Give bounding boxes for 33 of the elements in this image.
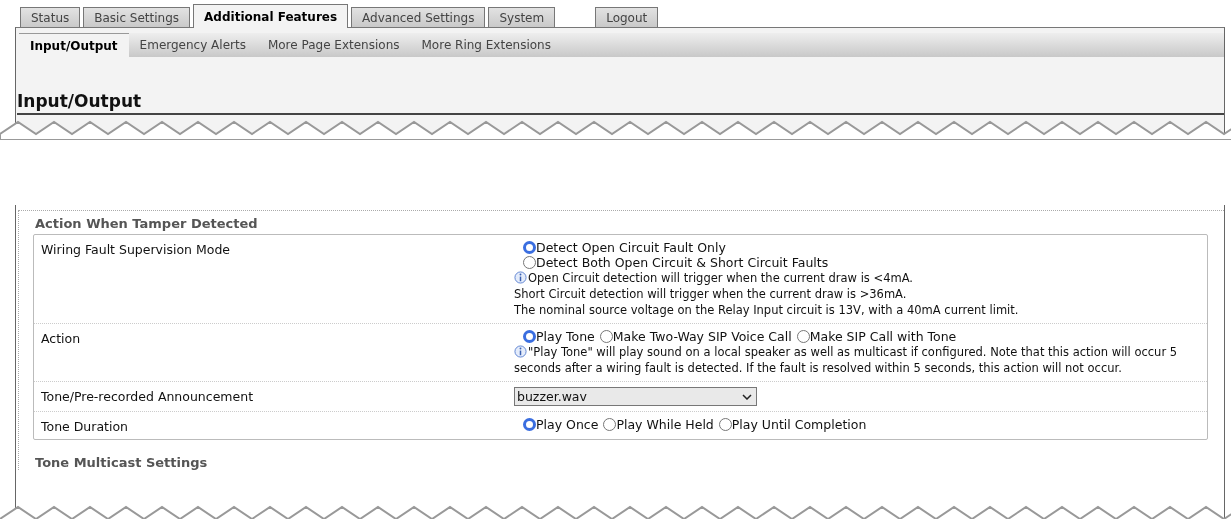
nav-tab[interactable]: Status — [20, 7, 81, 28]
radio-option[interactable]: Detect Open Circuit Fault Only — [523, 240, 1207, 255]
radio-option[interactable]: Play Tone — [523, 329, 595, 344]
help-note: Open Circuit detection will trigger when the current draw is <4mA. — [514, 270, 1194, 286]
radio-option[interactable]: Make SIP Call with Tone — [796, 329, 957, 344]
tone-select[interactable]: buzzer.wav — [514, 387, 757, 406]
radio-option[interactable]: Play Until Completion — [718, 417, 867, 432]
info-icon — [514, 345, 527, 358]
logout-tab[interactable]: Logout — [595, 7, 659, 28]
nav-tab[interactable]: Advanced Settings — [351, 7, 486, 28]
help-note: Short Circuit detection will trigger when the current draw is >36mA. — [514, 286, 908, 302]
radio-option[interactable]: Detect Both Open Circuit & Short Circuit Faults — [523, 255, 1207, 270]
info-icon — [514, 271, 527, 284]
setting-label: Action — [41, 330, 82, 348]
radio-option[interactable]: Make Two-Way SIP Voice Call — [599, 329, 792, 344]
radio-option[interactable]: Play While Held — [603, 417, 714, 432]
setting-label: Tone/Pre-recorded Announcement — [41, 388, 255, 406]
sub-tab[interactable]: More Page Extensions — [256, 33, 411, 57]
nav-tab[interactable]: Additional Features — [193, 4, 349, 28]
page-title: Input/Output — [17, 91, 1224, 115]
section-legend: Tone Multicast Settings — [19, 440, 1224, 470]
nav-tab[interactable]: System — [488, 7, 556, 28]
sub-tab[interactable]: Emergency Alerts — [128, 33, 257, 57]
sub-tab[interactable]: More Ring Extensions — [410, 33, 562, 57]
section-legend: Action When Tamper Detected — [19, 211, 1224, 234]
setting-label: Wiring Fault Supervision Mode — [41, 241, 232, 259]
nav-tab[interactable]: Basic Settings — [83, 7, 191, 28]
sub-tab[interactable]: Input/Output — [19, 33, 129, 57]
chevron-down-icon — [742, 393, 752, 400]
help-note: "Play Tone" will play sound on a local speaker as well as multicast if configured. Note that this action will occur 5 seconds after a wiring fault is detected. If the fault is resolved within 5 seconds, this action will not occur. — [514, 344, 1179, 376]
help-note: The nominal source voltage on the Relay Input circuit is 13V, with a 40mA current limit. — [514, 302, 1020, 318]
setting-label: Tone Duration — [41, 418, 130, 434]
radio-option[interactable]: Play Once — [523, 417, 599, 432]
